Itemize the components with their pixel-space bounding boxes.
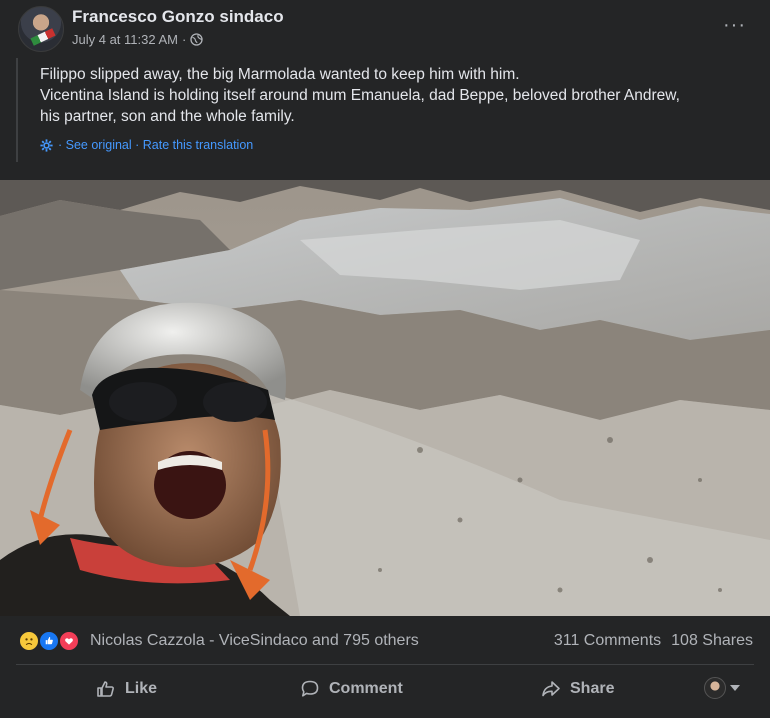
like-reaction-icon (38, 630, 60, 652)
post-meta: July 4 at 11:32 AM · (72, 32, 204, 47)
post-text-line: Filippo slipped away, the big Marmolada … (40, 66, 520, 83)
share-button[interactable]: Share (541, 674, 614, 704)
shares-count[interactable]: 108 Shares (671, 632, 753, 650)
comments-count[interactable]: 311 Comments (554, 632, 661, 650)
facebook-post: Francesco Gonzo sindaco July 4 at 11:32 … (0, 0, 770, 718)
engagement-counts: 311 Comments 108 Shares (554, 632, 753, 650)
profile-avatar (704, 677, 726, 699)
comment-icon (301, 680, 319, 697)
mayor-sash (30, 28, 56, 46)
post-header: Francesco Gonzo sindaco July 4 at 11:32 … (0, 0, 770, 56)
glacier-selfie-image (0, 180, 770, 616)
caret-down-icon (730, 685, 740, 691)
reactions-bar: Nicolas Cazzola - ViceSindaco and 795 ot… (0, 624, 770, 660)
comment-button[interactable]: Comment (300, 674, 403, 704)
author-name[interactable]: Francesco Gonzo sindaco (72, 7, 284, 27)
post-photo[interactable] (0, 180, 770, 616)
action-bar: Like Comment Share (0, 668, 770, 712)
reaction-icons[interactable] (18, 630, 84, 652)
comment-label: Comment (329, 680, 403, 697)
sad-reaction-icon (18, 630, 40, 652)
globe-icon[interactable] (190, 33, 204, 46)
like-label: Like (125, 680, 158, 697)
author-avatar[interactable] (18, 6, 64, 52)
share-label: Share (570, 680, 615, 697)
like-button[interactable]: Like (96, 674, 157, 704)
meta-separator: · (182, 32, 187, 47)
post-text-line: Vicentina Island is holding itself aroun… (40, 87, 680, 104)
reaction-names[interactable]: Nicolas Cazzola - ViceSindaco and 795 ot… (90, 632, 419, 650)
post-date[interactable]: July 4 at 11:32 AM (72, 32, 178, 47)
love-reaction-icon (58, 630, 80, 652)
gear-icon (40, 138, 53, 152)
reaction-profile-selector[interactable] (704, 676, 744, 700)
share-arrow-icon (542, 681, 560, 697)
post-text: Filippo slipped away, the big Marmolada … (16, 58, 756, 162)
post-text-line: his partner, son and the whole family. (40, 108, 295, 125)
more-options-button[interactable]: ··· (723, 14, 746, 37)
translation-links[interactable]: · See original · Rate this translation (58, 138, 253, 152)
divider (16, 664, 754, 665)
translation-bar: · See original · Rate this translation (40, 138, 253, 152)
thumbs-up-icon (97, 681, 114, 697)
